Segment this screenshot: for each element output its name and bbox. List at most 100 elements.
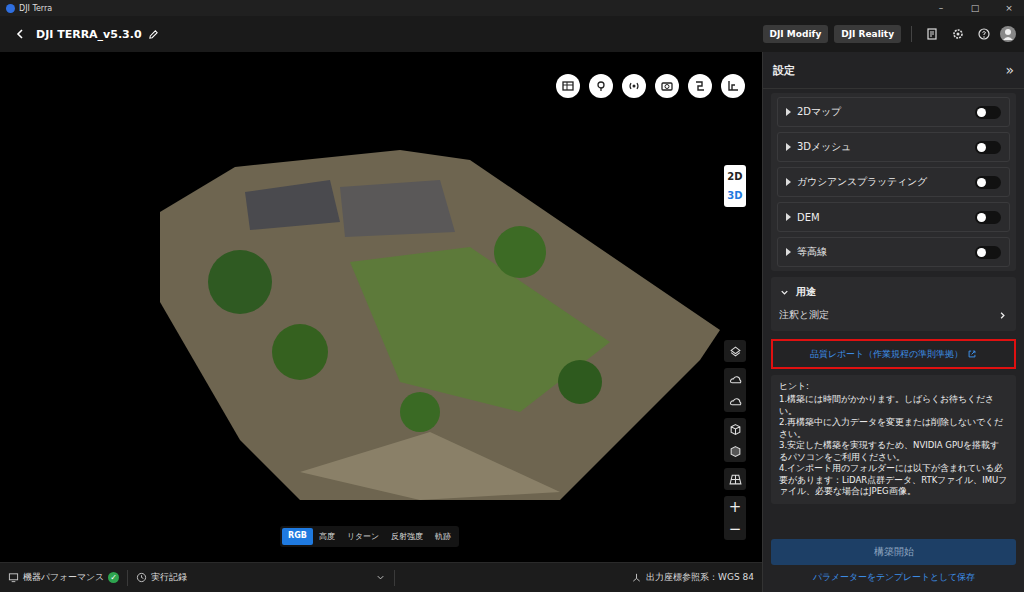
output-row[interactable]: DEM [777,202,1010,232]
view-tool-button[interactable] [622,74,646,98]
tool-icon [561,79,575,93]
output-toggle[interactable] [975,176,1001,189]
color-mode-tab[interactable]: 高度 [313,528,341,545]
grid-tool-button[interactable] [724,468,746,490]
cube-icon [729,445,742,458]
edit-icon[interactable] [148,29,159,40]
view-tool-button[interactable] [655,74,679,98]
output-label: 等高線 [797,245,827,259]
color-mode-tab[interactable]: リターン [341,528,385,545]
expand-arrow-icon[interactable] [786,178,791,186]
color-mode-tabs: RGB高度リターン反射強度軌跡 [280,526,459,547]
usage-section: 用途 注釈と測定 [771,277,1016,331]
side-toolbar: +− [724,340,746,540]
output-toggle[interactable] [975,106,1001,119]
zoom-button[interactable]: − [724,518,746,540]
usage-item[interactable]: 注釈と測定 [779,303,1008,327]
output-row[interactable]: 2Dマップ [777,97,1010,127]
cube-view-button[interactable] [724,440,746,462]
collapse-panel-button[interactable]: » [1005,62,1014,78]
hint-line: 2.再構築中に入力データを変更または削除しないでください。 [779,417,1008,440]
chevron-icon [779,287,790,298]
help-icon[interactable] [977,27,991,41]
expand-arrow-icon[interactable] [786,108,791,116]
settings-header: 設定 » [763,52,1024,89]
hint-title: ヒント: [779,381,1008,392]
build-start-button[interactable]: 構築開始 [771,539,1016,565]
view-tool-button[interactable] [556,74,580,98]
tool-icon [660,79,674,93]
tool-icon [627,79,641,93]
header-button[interactable]: DJI Modify [763,25,829,43]
view-mode-button[interactable]: 2D [724,167,746,186]
external-link-icon [967,349,977,359]
axis-icon [631,572,642,583]
point-cloud-model[interactable] [0,52,762,562]
execution-history[interactable]: 実行記録 [136,571,386,584]
tool-icon [693,79,707,93]
zoom-button[interactable]: + [724,496,746,518]
output-crs[interactable]: 出力座標参照系：WGS 84 [631,571,754,584]
output-row[interactable]: 等高線 [777,237,1010,267]
save-template-link[interactable]: パラメーターをテンプレートとして保存 [813,571,975,584]
output-toggle[interactable] [975,141,1001,154]
header-button[interactable]: DJI Reality [834,25,901,43]
color-mode-tab[interactable]: 軌跡 [429,528,457,545]
settings-title: 設定 [773,63,795,78]
output-label: 3Dメッシュ [797,140,851,154]
expand-arrow-icon[interactable] [786,143,791,151]
hint-line: 1.構築には時間がかかります。しばらくお待ちください。 [779,394,1008,417]
cube-icon [729,423,742,436]
color-mode-tab[interactable]: 反射強度 [385,528,429,545]
cloud-download-button[interactable] [724,390,746,412]
window-control[interactable]: × [994,3,1024,13]
3d-viewport[interactable]: 2D3D +− RGB高度リターン反射強度軌跡 [0,52,762,562]
output-toggle[interactable] [975,246,1001,259]
output-row[interactable]: 3Dメッシュ [777,132,1010,162]
hint-line: 4.インポート用のフォルダーには以下が含まれている必要があります：LiDAR点群… [779,463,1008,497]
expand-arrow-icon[interactable] [786,213,791,221]
output-toggle[interactable] [975,211,1001,224]
report-icon[interactable] [925,27,939,41]
output-label: DEM [797,212,820,223]
device-performance[interactable]: 機器パフォーマンス ✓ [8,571,119,584]
cloud-icon [729,373,742,386]
view-tool-button[interactable] [688,74,712,98]
user-avatar-icon[interactable] [1000,26,1016,42]
cube-view-button[interactable] [724,418,746,440]
output-row[interactable]: ガウシアンスプラッティング [777,167,1010,197]
monitor-icon [8,572,19,583]
hint-line: 3.安定した構築を実現するため、NVIDIA GPUを搭載するパソコンをご利用く… [779,440,1008,463]
gear-icon[interactable] [951,27,965,41]
view-mode-button[interactable]: 3D [724,186,746,205]
tool-icon [594,79,608,93]
window-title: DJI Terra [19,4,52,13]
output-label: 2Dマップ [797,105,841,119]
color-mode-tab[interactable]: RGB [282,528,313,545]
output-label: ガウシアンスプラッティング [797,175,927,189]
title-bar: DJI Terra –□ × [0,0,1024,16]
view-tool-button[interactable] [589,74,613,98]
usage-header[interactable]: 用途 [779,281,1008,303]
project-name: DJI TERRA_v5.3.0 [36,28,142,41]
expand-arrow-icon[interactable] [786,248,791,256]
status-bar: 機器パフォーマンス ✓ 実行記録 出力座標参照系：WGS 84 [0,562,762,592]
top-toolbar [556,74,745,98]
layer-tool-button[interactable] [724,340,746,362]
cloud-upload-button[interactable] [724,368,746,390]
window-control[interactable]: □ [960,3,990,13]
window-control[interactable]: – [926,3,956,13]
app-window: DJI Terra –□ × DJI TERRA_v5.3.0 DJI Modif… [0,0,1024,592]
status-ok-icon: ✓ [108,572,119,583]
app-logo-icon [6,4,15,13]
clock-icon [136,572,147,583]
output-list: 2Dマップ 3Dメッシュ ガウシアンスプラッティング DEM 等高線 [771,93,1016,271]
back-arrow-icon[interactable] [14,28,26,40]
tool-icon [726,79,740,93]
cloud-icon [729,395,742,408]
grid-icon [729,473,742,486]
settings-panel: 設定 » 2Dマップ 3Dメッシュ ガウシアンスプラッティング DEM 等高線 … [762,52,1024,592]
view-tool-button[interactable] [721,74,745,98]
quality-report-link[interactable]: 品質レポート（作業規程の準則準拠） [771,339,1016,369]
view-mode-toggle: 2D3D [724,165,746,207]
